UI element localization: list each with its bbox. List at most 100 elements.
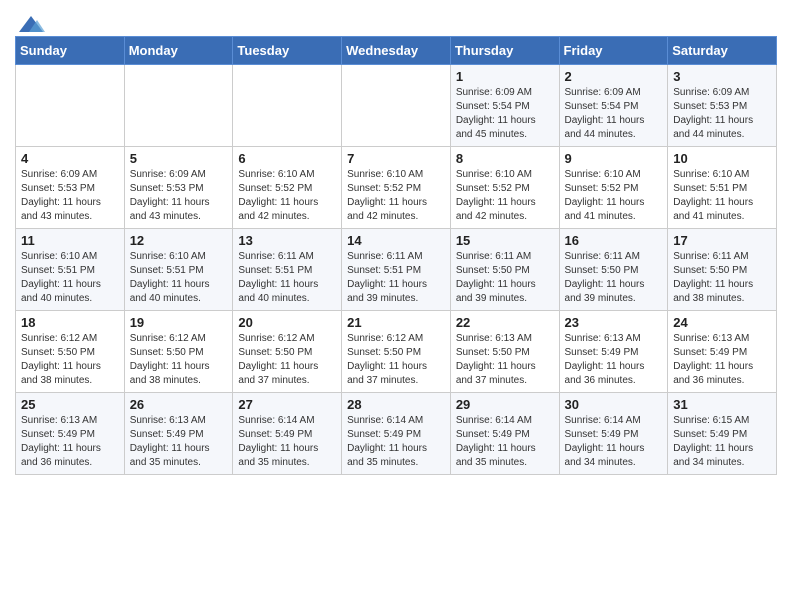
calendar-week-3: 11 Sunrise: 6:10 AM Sunset: 5:51 PM Dayli… — [16, 229, 777, 311]
day-info: Sunrise: 6:10 AM Sunset: 5:52 PM Dayligh… — [456, 168, 554, 224]
weekday-monday: Monday — [124, 37, 233, 65]
day-number: 13 — [238, 233, 336, 248]
day-info: Sunrise: 6:10 AM Sunset: 5:52 PM Dayligh… — [238, 168, 336, 224]
calendar-cell: 7 Sunrise: 6:10 AM Sunset: 5:52 PM Daylig… — [342, 147, 451, 229]
day-number: 12 — [130, 233, 228, 248]
day-info: Sunrise: 6:12 AM Sunset: 5:50 PM Dayligh… — [238, 332, 336, 388]
day-info: Sunrise: 6:14 AM Sunset: 5:49 PM Dayligh… — [456, 414, 554, 470]
calendar-cell: 10Sunrise: 6:10 AM Sunset: 5:51 PM Dayli… — [668, 147, 777, 229]
day-number: 3 — [673, 69, 771, 84]
day-number: 28 — [347, 397, 445, 412]
calendar-cell: 3 Sunrise: 6:09 AM Sunset: 5:53 PM Daylig… — [668, 65, 777, 147]
calendar-header: SundayMondayTuesdayWednesdayThursdayFrid… — [16, 37, 777, 65]
day-number: 15 — [456, 233, 554, 248]
day-info: Sunrise: 6:13 AM Sunset: 5:49 PM Dayligh… — [21, 414, 119, 470]
day-number: 30 — [565, 397, 663, 412]
calendar-cell: 22Sunrise: 6:13 AM Sunset: 5:50 PM Dayli… — [450, 311, 559, 393]
calendar-body: 1 Sunrise: 6:09 AM Sunset: 5:54 PM Daylig… — [16, 65, 777, 475]
calendar-cell: 4 Sunrise: 6:09 AM Sunset: 5:53 PM Daylig… — [16, 147, 125, 229]
day-info: Sunrise: 6:11 AM Sunset: 5:50 PM Dayligh… — [456, 250, 554, 306]
weekday-saturday: Saturday — [668, 37, 777, 65]
day-number: 18 — [21, 315, 119, 330]
day-info: Sunrise: 6:11 AM Sunset: 5:51 PM Dayligh… — [238, 250, 336, 306]
weekday-wednesday: Wednesday — [342, 37, 451, 65]
day-info: Sunrise: 6:15 AM Sunset: 5:49 PM Dayligh… — [673, 414, 771, 470]
day-info: Sunrise: 6:14 AM Sunset: 5:49 PM Dayligh… — [565, 414, 663, 470]
day-number: 29 — [456, 397, 554, 412]
calendar-week-5: 25 Sunrise: 6:13 AM Sunset: 5:49 PM Dayli… — [16, 393, 777, 475]
calendar-cell: 9 Sunrise: 6:10 AM Sunset: 5:52 PM Daylig… — [559, 147, 668, 229]
weekday-tuesday: Tuesday — [233, 37, 342, 65]
day-info: Sunrise: 6:14 AM Sunset: 5:49 PM Dayligh… — [238, 414, 336, 470]
day-number: 31 — [673, 397, 771, 412]
day-number: 27 — [238, 397, 336, 412]
page-header — [15, 10, 777, 32]
day-info: Sunrise: 6:09 AM Sunset: 5:53 PM Dayligh… — [21, 168, 119, 224]
logo — [15, 10, 45, 32]
day-info: Sunrise: 6:10 AM Sunset: 5:51 PM Dayligh… — [130, 250, 228, 306]
calendar-week-4: 18 Sunrise: 6:12 AM Sunset: 5:50 PM Dayli… — [16, 311, 777, 393]
day-info: Sunrise: 6:13 AM Sunset: 5:49 PM Dayligh… — [673, 332, 771, 388]
day-info: Sunrise: 6:11 AM Sunset: 5:51 PM Dayligh… — [347, 250, 445, 306]
calendar-cell: 2 Sunrise: 6:09 AM Sunset: 5:54 PM Daylig… — [559, 65, 668, 147]
day-number: 23 — [565, 315, 663, 330]
calendar-cell: 23 Sunrise: 6:13 AM Sunset: 5:49 PM Dayli… — [559, 311, 668, 393]
day-number: 26 — [130, 397, 228, 412]
calendar-table: SundayMondayTuesdayWednesdayThursdayFrid… — [15, 36, 777, 475]
day-number: 5 — [130, 151, 228, 166]
calendar-cell: 27 Sunrise: 6:14 AM Sunset: 5:49 PM Dayli… — [233, 393, 342, 475]
day-number: 4 — [21, 151, 119, 166]
day-info: Sunrise: 6:09 AM Sunset: 5:53 PM Dayligh… — [130, 168, 228, 224]
calendar-cell: 28Sunrise: 6:14 AM Sunset: 5:49 PM Dayli… — [342, 393, 451, 475]
day-info: Sunrise: 6:13 AM Sunset: 5:49 PM Dayligh… — [565, 332, 663, 388]
calendar-cell: 19 Sunrise: 6:12 AM Sunset: 5:50 PM Dayli… — [124, 311, 233, 393]
weekday-thursday: Thursday — [450, 37, 559, 65]
day-number: 16 — [565, 233, 663, 248]
calendar-cell: 5 Sunrise: 6:09 AM Sunset: 5:53 PM Daylig… — [124, 147, 233, 229]
calendar-cell — [16, 65, 125, 147]
day-number: 22 — [456, 315, 554, 330]
day-number: 19 — [130, 315, 228, 330]
calendar-cell — [233, 65, 342, 147]
day-number: 25 — [21, 397, 119, 412]
day-info: Sunrise: 6:10 AM Sunset: 5:52 PM Dayligh… — [347, 168, 445, 224]
day-number: 11 — [21, 233, 119, 248]
calendar-cell: 8Sunrise: 6:10 AM Sunset: 5:52 PM Daylig… — [450, 147, 559, 229]
calendar-cell: 16 Sunrise: 6:11 AM Sunset: 5:50 PM Dayli… — [559, 229, 668, 311]
day-number: 2 — [565, 69, 663, 84]
calendar-cell: 17Sunrise: 6:11 AM Sunset: 5:50 PM Dayli… — [668, 229, 777, 311]
weekday-sunday: Sunday — [16, 37, 125, 65]
day-number: 21 — [347, 315, 445, 330]
calendar-cell: 6 Sunrise: 6:10 AM Sunset: 5:52 PM Daylig… — [233, 147, 342, 229]
calendar-cell: 15 Sunrise: 6:11 AM Sunset: 5:50 PM Dayli… — [450, 229, 559, 311]
day-number: 10 — [673, 151, 771, 166]
day-info: Sunrise: 6:09 AM Sunset: 5:54 PM Dayligh… — [565, 86, 663, 142]
day-info: Sunrise: 6:09 AM Sunset: 5:54 PM Dayligh… — [456, 86, 554, 142]
day-number: 9 — [565, 151, 663, 166]
day-info: Sunrise: 6:11 AM Sunset: 5:50 PM Dayligh… — [565, 250, 663, 306]
day-info: Sunrise: 6:10 AM Sunset: 5:51 PM Dayligh… — [21, 250, 119, 306]
calendar-cell: 13 Sunrise: 6:11 AM Sunset: 5:51 PM Dayli… — [233, 229, 342, 311]
calendar-cell: 1 Sunrise: 6:09 AM Sunset: 5:54 PM Daylig… — [450, 65, 559, 147]
weekday-friday: Friday — [559, 37, 668, 65]
calendar-cell: 18 Sunrise: 6:12 AM Sunset: 5:50 PM Dayli… — [16, 311, 125, 393]
calendar-cell: 11 Sunrise: 6:10 AM Sunset: 5:51 PM Dayli… — [16, 229, 125, 311]
day-info: Sunrise: 6:09 AM Sunset: 5:53 PM Dayligh… — [673, 86, 771, 142]
calendar-cell: 24 Sunrise: 6:13 AM Sunset: 5:49 PM Dayli… — [668, 311, 777, 393]
day-info: Sunrise: 6:12 AM Sunset: 5:50 PM Dayligh… — [347, 332, 445, 388]
calendar-cell: 12 Sunrise: 6:10 AM Sunset: 5:51 PM Dayli… — [124, 229, 233, 311]
day-info: Sunrise: 6:13 AM Sunset: 5:49 PM Dayligh… — [130, 414, 228, 470]
calendar-cell: 21 Sunrise: 6:12 AM Sunset: 5:50 PM Dayli… — [342, 311, 451, 393]
day-info: Sunrise: 6:12 AM Sunset: 5:50 PM Dayligh… — [130, 332, 228, 388]
day-number: 24 — [673, 315, 771, 330]
day-info: Sunrise: 6:10 AM Sunset: 5:52 PM Dayligh… — [565, 168, 663, 224]
calendar-cell: 14Sunrise: 6:11 AM Sunset: 5:51 PM Dayli… — [342, 229, 451, 311]
day-number: 6 — [238, 151, 336, 166]
day-info: Sunrise: 6:12 AM Sunset: 5:50 PM Dayligh… — [21, 332, 119, 388]
weekday-header-row: SundayMondayTuesdayWednesdayThursdayFrid… — [16, 37, 777, 65]
calendar-cell — [342, 65, 451, 147]
day-number: 1 — [456, 69, 554, 84]
day-number: 7 — [347, 151, 445, 166]
day-number: 17 — [673, 233, 771, 248]
calendar-cell — [124, 65, 233, 147]
